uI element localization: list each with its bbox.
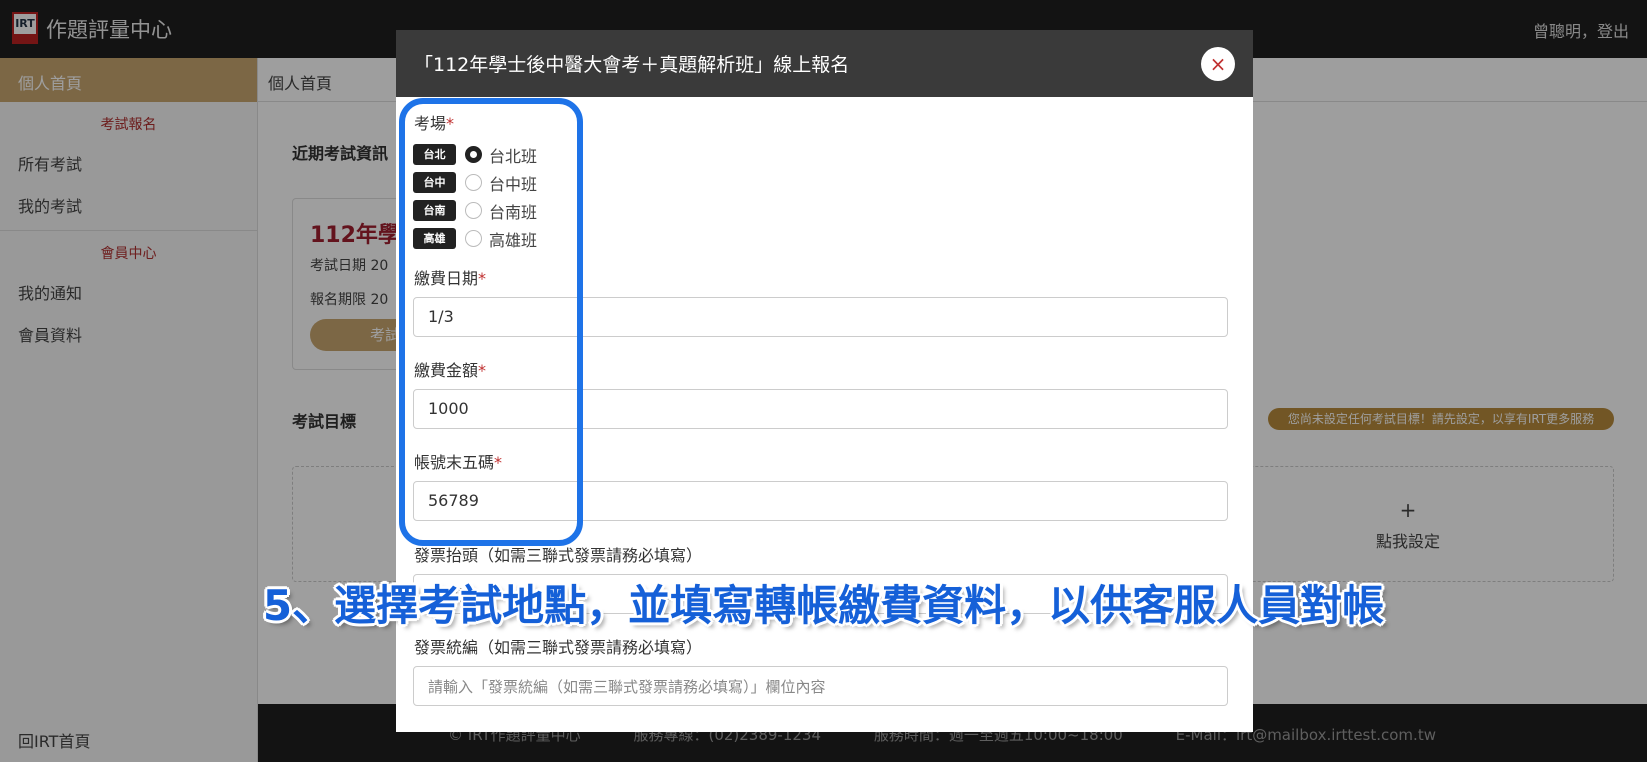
highlight-frame [399,98,583,546]
modal-header: 「112年學士後中醫大會考＋真題解析班」線上報名 × [396,30,1253,97]
invoice-id-label: 發票統編（如需三聯式發票請務必填寫） [414,638,703,657]
tutorial-caption: 5、選擇考試地點，並填寫轉帳繳費資料，以供客服人員對帳 [262,581,1385,630]
modal-title: 「112年學士後中醫大會考＋真題解析班」線上報名 [414,54,850,76]
invoice-id-input[interactable]: 請輸入「發票統編（如需三聯式發票請務必填寫）」欄位內容 [413,666,1228,706]
close-icon[interactable]: × [1201,47,1235,81]
